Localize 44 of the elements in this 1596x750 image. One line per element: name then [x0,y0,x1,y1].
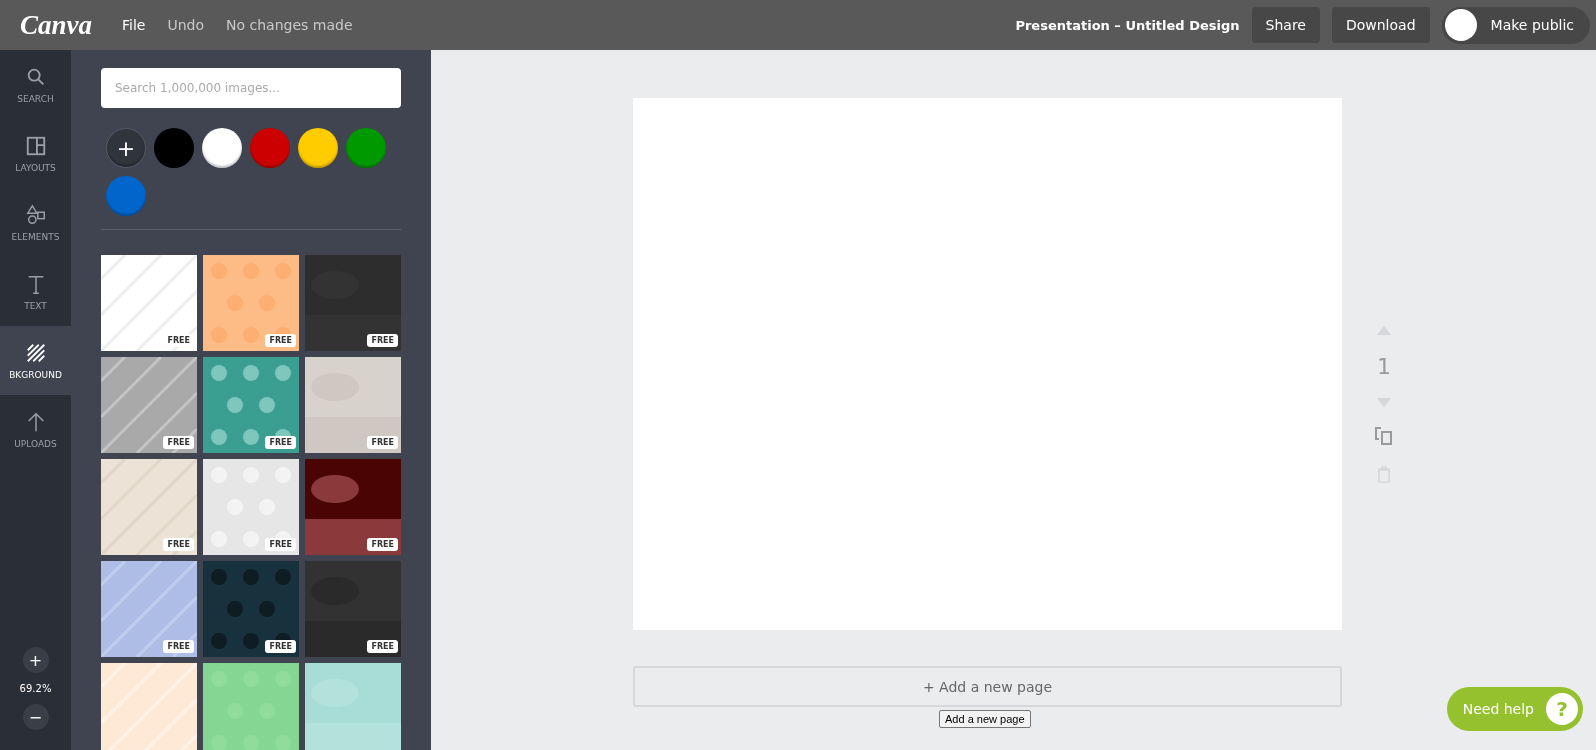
save-status: No changes made [226,17,353,33]
free-badge: FREE [367,334,398,347]
color-swatch[interactable] [202,128,242,168]
color-swatch[interactable] [346,128,386,168]
zoom-level: 69.2% [19,683,52,694]
zoom-in-button[interactable]: + [22,647,49,673]
sidebar-tab-label: LAYOUTS [15,162,56,173]
color-swatch[interactable] [250,128,290,168]
shapes-icon [24,203,47,226]
free-badge: FREE [367,640,398,653]
sidebar-tab-label: UPLOADS [14,438,57,449]
free-badge: FREE [163,436,194,449]
free-badge: FREE [367,436,398,449]
stripes-icon [24,341,47,364]
tooltip: Add a new page [939,710,1031,728]
zoom-out-button[interactable]: − [22,704,49,730]
file-menu[interactable]: File [122,17,146,33]
sidebar-tab-label: SEARCH [17,93,54,104]
document-title: Presentation – Untitled Design [1015,17,1240,33]
color-swatch[interactable] [106,176,146,216]
share-button[interactable]: Share [1251,7,1320,43]
download-button[interactable]: Download [1331,7,1430,43]
free-badge: FREE [163,538,194,551]
layout-icon [24,134,47,157]
duplicate-icon[interactable] [1374,425,1394,446]
undo-button[interactable]: Undo [167,17,205,33]
make-public-toggle[interactable]: Make public [1441,6,1590,44]
free-badge: FREE [265,334,296,347]
free-badge: FREE [265,640,296,653]
sidebar-tab[interactable]: BKGROUND [0,326,71,395]
add-color-button[interactable]: + [106,128,146,168]
color-swatch[interactable] [298,128,338,168]
logo[interactable]: Canva [20,9,92,41]
search-field[interactable]: Search 1,000,000 images... [101,68,401,108]
add-page-button[interactable]: + Add a new page [633,666,1342,707]
sidebar-tab-label: TEXT [24,300,47,311]
free-badge: FREE [265,538,296,551]
sidebar-tab-label: ELEMENTS [11,231,60,242]
page-number: 1 [1377,353,1391,379]
free-badge: FREE [265,436,296,449]
sidebar-tab-label: BKGROUND [9,369,62,380]
free-badge: FREE [163,640,194,653]
color-swatch[interactable] [154,128,194,168]
free-badge: FREE [367,538,398,551]
